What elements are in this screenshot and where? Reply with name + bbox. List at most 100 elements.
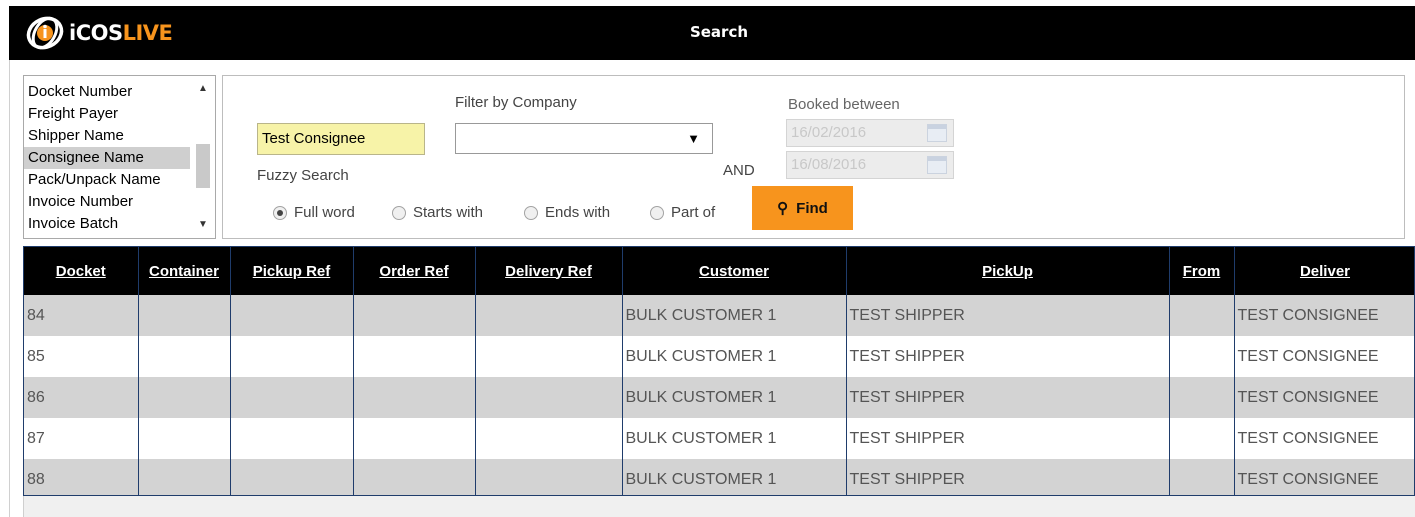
table-row[interactable]: 88 BULK CUSTOMER 1 TEST SHIPPER TEST CON…: [24, 459, 1414, 495]
list-item-freight-payer[interactable]: Freight Payer: [24, 103, 190, 125]
search-field-listbox[interactable]: Docket Number Freight Payer Shipper Name…: [23, 75, 216, 239]
cell-customer: BULK CUSTOMER 1: [622, 459, 847, 495]
results-table-container: Docket Container Pickup Ref Order Ref De…: [23, 246, 1415, 496]
cell-pickup: TEST SHIPPER: [846, 459, 1170, 495]
top-bar: iCOSLIVE Search: [9, 6, 1415, 60]
search-panel: Test Consignee Filter by Company ▼ Fuzzy…: [222, 75, 1405, 239]
radio-unchecked-icon[interactable]: [524, 205, 538, 220]
cell-container: [138, 418, 231, 459]
cell-customer: BULK CUSTOMER 1: [622, 336, 847, 377]
cell-from: [1169, 295, 1235, 336]
find-button[interactable]: ⚲ Find: [752, 186, 853, 230]
radio-full-word[interactable]: Full word: [273, 204, 355, 221]
radio-part-of[interactable]: Part of: [650, 204, 715, 221]
cell-order-ref: [353, 459, 476, 495]
calendar-icon[interactable]: [927, 156, 947, 174]
column-header-pickup[interactable]: PickUp: [846, 247, 1170, 295]
cell-container: [138, 295, 231, 336]
search-icon: ⚲: [777, 200, 789, 217]
fuzzy-search-label: Fuzzy Search: [257, 167, 349, 184]
column-header-pickup-ref[interactable]: Pickup Ref: [230, 247, 354, 295]
cell-delivery-ref: [475, 295, 623, 336]
cell-pickup: TEST SHIPPER: [846, 295, 1170, 336]
cell-docket: 87: [24, 418, 139, 459]
filter-company-label: Filter by Company: [455, 94, 577, 111]
list-item-pack-unpack-name[interactable]: Pack/Unpack Name: [24, 169, 190, 191]
column-header-delivery-ref[interactable]: Delivery Ref: [475, 247, 623, 295]
cell-from: [1169, 459, 1235, 495]
cell-order-ref: [353, 377, 476, 418]
column-header-container[interactable]: Container: [138, 247, 231, 295]
list-item-shipper-name[interactable]: Shipper Name: [24, 125, 190, 147]
cell-order-ref: [353, 336, 476, 377]
list-item-invoice-batch[interactable]: Invoice Batch: [24, 213, 190, 235]
table-row[interactable]: 87 BULK CUSTOMER 1 TEST SHIPPER TEST CON…: [24, 418, 1414, 459]
cell-docket: 86: [24, 377, 139, 418]
column-header-customer[interactable]: Customer: [622, 247, 847, 295]
cell-delivery-ref: [475, 418, 623, 459]
date-to-value: 16/08/2016: [791, 156, 867, 173]
cell-deliver: TEST CONSIGNEE: [1234, 459, 1414, 495]
cell-deliver: TEST CONSIGNEE: [1234, 377, 1414, 418]
cell-delivery-ref: [475, 377, 623, 418]
radio-label: Starts with: [413, 204, 484, 221]
results-footer-strip: [23, 496, 1415, 517]
find-button-label: Find: [796, 199, 828, 217]
dropdown-caret-icon: ▼: [687, 131, 700, 146]
table-row[interactable]: 85 BULK CUSTOMER 1 TEST SHIPPER TEST CON…: [24, 336, 1414, 377]
cell-from: [1169, 418, 1235, 459]
table-row[interactable]: 84 BULK CUSTOMER 1 TEST SHIPPER TEST CON…: [24, 295, 1414, 336]
column-header-from[interactable]: From: [1169, 247, 1235, 295]
date-to-field[interactable]: 16/08/2016: [786, 151, 954, 179]
radio-label: Ends with: [545, 204, 611, 221]
cell-pickup-ref: [230, 377, 354, 418]
cell-deliver: TEST CONSIGNEE: [1234, 295, 1414, 336]
cell-order-ref: [353, 418, 476, 459]
cell-container: [138, 377, 231, 418]
cell-customer: BULK CUSTOMER 1: [622, 295, 847, 336]
cell-pickup-ref: [230, 336, 354, 377]
scroll-down-icon[interactable]: ▼: [191, 215, 215, 235]
radio-starts-with[interactable]: Starts with: [392, 204, 483, 221]
radio-label: Full word: [294, 204, 355, 221]
radio-unchecked-icon[interactable]: [650, 205, 664, 220]
cell-from: [1169, 336, 1235, 377]
radio-checked-icon[interactable]: [273, 205, 287, 220]
radio-unchecked-icon[interactable]: [392, 205, 406, 220]
page-title: Search: [689, 23, 749, 41]
cell-pickup: TEST SHIPPER: [846, 336, 1170, 377]
date-from-field[interactable]: 16/02/2016: [786, 119, 954, 147]
and-label: AND: [723, 162, 755, 179]
column-header-docket[interactable]: Docket: [24, 247, 139, 295]
calendar-icon[interactable]: [927, 124, 947, 142]
cell-order-ref: [353, 295, 476, 336]
cell-pickup-ref: [230, 459, 354, 495]
cell-deliver: TEST CONSIGNEE: [1234, 336, 1414, 377]
radio-label: Part of: [671, 204, 716, 221]
radio-ends-with[interactable]: Ends with: [524, 204, 610, 221]
company-select[interactable]: ▼: [455, 123, 713, 154]
list-item-consignee-name[interactable]: Consignee Name: [24, 147, 190, 169]
cell-pickup-ref: [230, 418, 354, 459]
cell-delivery-ref: [475, 459, 623, 495]
search-input[interactable]: Test Consignee: [257, 123, 425, 155]
column-header-deliver[interactable]: Deliver: [1234, 247, 1414, 295]
cell-docket: 85: [24, 336, 139, 377]
list-item-docket-number[interactable]: Docket Number: [24, 81, 190, 103]
scrollbar-thumb[interactable]: [196, 144, 210, 188]
page-left-border: [9, 60, 10, 517]
cell-pickup: TEST SHIPPER: [846, 377, 1170, 418]
scroll-up-icon[interactable]: ▲: [191, 79, 215, 99]
cell-docket: 84: [24, 295, 139, 336]
column-header-order-ref[interactable]: Order Ref: [353, 247, 476, 295]
cell-customer: BULK CUSTOMER 1: [622, 377, 847, 418]
listbox-scrollbar[interactable]: ▲ ▼: [191, 76, 215, 238]
table-row[interactable]: 86 BULK CUSTOMER 1 TEST SHIPPER TEST CON…: [24, 377, 1414, 418]
cell-docket: 88: [24, 459, 139, 495]
date-from-value: 16/02/2016: [791, 124, 867, 141]
results-table: Docket Container Pickup Ref Order Ref De…: [24, 247, 1414, 495]
list-item-invoice-number[interactable]: Invoice Number: [24, 191, 190, 213]
cell-customer: BULK CUSTOMER 1: [622, 418, 847, 459]
table-header-row: Docket Container Pickup Ref Order Ref De…: [24, 247, 1414, 295]
cell-container: [138, 459, 231, 495]
